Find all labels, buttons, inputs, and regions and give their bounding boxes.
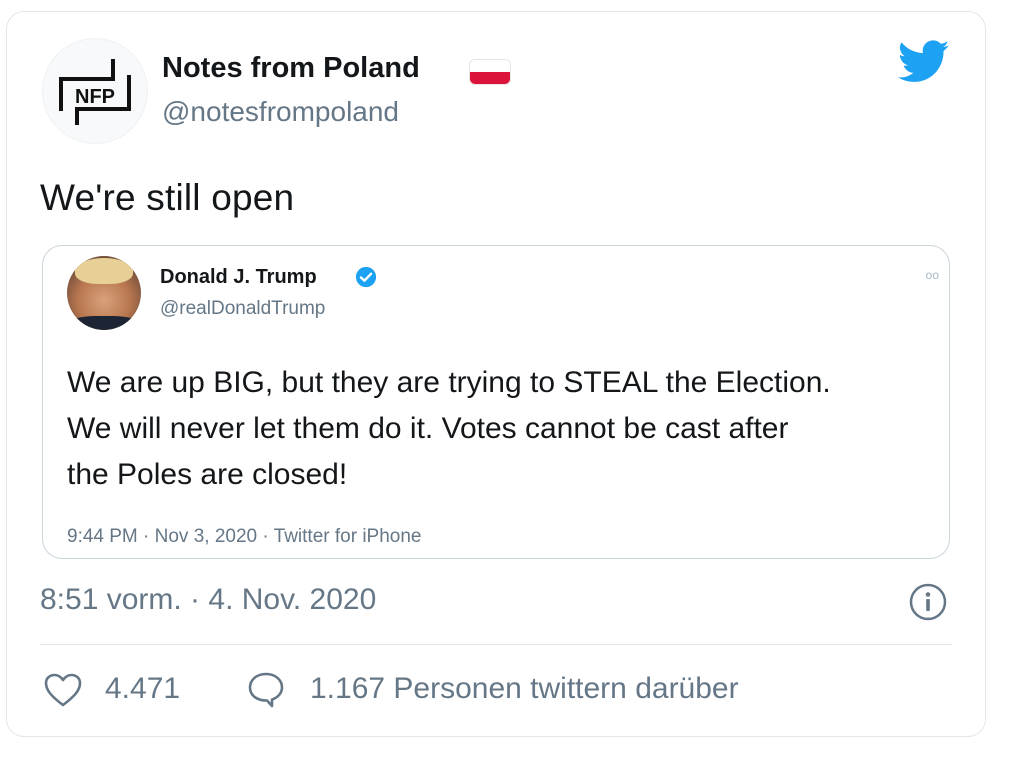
heart-icon[interactable]	[43, 672, 83, 713]
poland-flag-icon	[470, 60, 510, 84]
quoted-text-line: We will never let them do it. Votes cann…	[67, 412, 789, 445]
quoted-tweet-meta[interactable]: 9:44 PM · Nov 3, 2020 · Twitter for iPho…	[67, 526, 422, 548]
reply-count-text[interactable]: 1.167 Personen twittern darüber	[310, 672, 739, 706]
like-count[interactable]: 4.471	[105, 672, 180, 706]
quoted-author-handle[interactable]: @realDonaldTrump	[160, 298, 325, 320]
tweet-text: We're still open	[40, 177, 295, 218]
quoted-author-avatar[interactable]	[67, 256, 141, 330]
more-options-icon[interactable]: oo	[926, 268, 939, 282]
quoted-author-name[interactable]: Donald J. Trump	[160, 266, 317, 289]
quoted-text-line: We are up BIG, but they are trying to ST…	[67, 366, 831, 399]
quoted-tweet[interactable]: Donald J. Trump @realDonaldTrump oo We a…	[42, 245, 950, 559]
speech-bubble-icon[interactable]	[246, 671, 286, 714]
tweet-timestamp[interactable]: 8:51 vorm. · 4. Nov. 2020	[40, 583, 376, 617]
quoted-tweet-text: We are up BIG, but they are trying to ST…	[67, 360, 947, 498]
info-icon[interactable]	[908, 582, 948, 627]
svg-text:NFP: NFP	[75, 86, 115, 108]
twitter-bird-icon[interactable]	[897, 40, 950, 89]
nfp-logo-icon: NFP	[59, 59, 131, 125]
author-avatar[interactable]: NFP	[42, 38, 148, 144]
verified-badge-icon	[355, 266, 377, 293]
author-name[interactable]: Notes from Poland	[162, 52, 420, 85]
divider	[40, 644, 952, 645]
author-handle[interactable]: @notesfrompoland	[162, 96, 399, 128]
quoted-text-line: the Poles are closed!	[67, 458, 348, 491]
